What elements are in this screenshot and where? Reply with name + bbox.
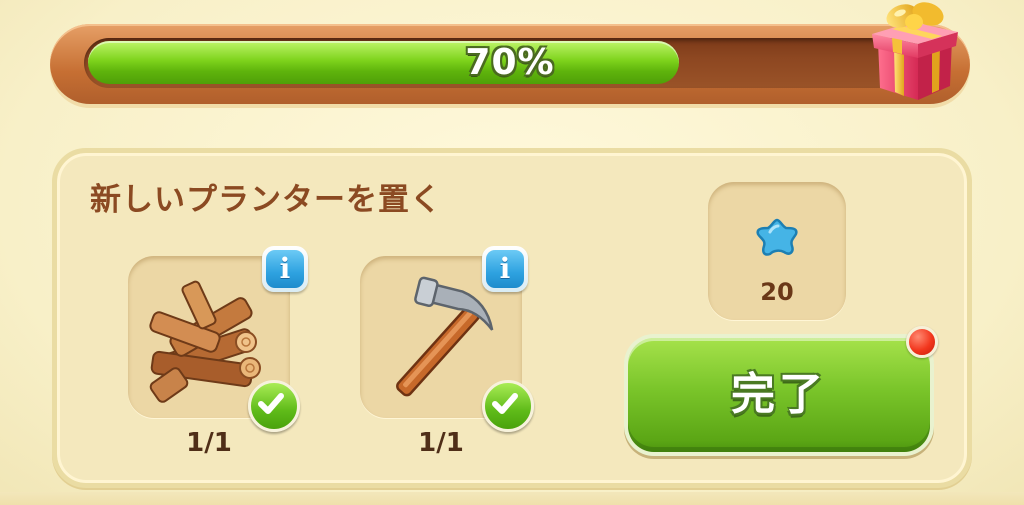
- checkmark-icon: [492, 393, 518, 414]
- check-badge-hammer: [482, 380, 534, 432]
- bottom-edge: [0, 492, 1024, 505]
- reward-box: 20: [708, 182, 846, 320]
- requirement-count-firewood: 1/1: [186, 428, 232, 458]
- requirement-slot-firewood[interactable]: i: [128, 246, 308, 432]
- blue-star-icon: [756, 218, 798, 256]
- info-icon: i: [486, 250, 524, 288]
- progress-track: 70%: [84, 38, 936, 88]
- complete-button-label: 完了: [628, 338, 930, 452]
- info-icon: i: [266, 250, 304, 288]
- check-badge-firewood: [248, 380, 300, 432]
- quest-progress-bar: 70%: [50, 24, 970, 104]
- info-button-firewood[interactable]: i: [262, 246, 308, 292]
- requirement-slot-hammer[interactable]: i: [360, 246, 534, 432]
- progress-percent-label: 70%: [465, 42, 555, 83]
- gift-box-icon[interactable]: [866, 0, 962, 104]
- notification-dot: [906, 326, 938, 358]
- info-button-hammer[interactable]: i: [482, 246, 528, 292]
- quest-title: 新しいプランターを置く: [90, 182, 442, 218]
- reward-value: 20: [760, 278, 794, 306]
- complete-button[interactable]: 完了: [624, 334, 934, 456]
- requirement-count-hammer: 1/1: [418, 428, 464, 458]
- checkmark-icon: [258, 393, 284, 414]
- game-screen: 70% 新しいプランターを置く i 1/1 i 1/1 20 完了: [0, 0, 1024, 505]
